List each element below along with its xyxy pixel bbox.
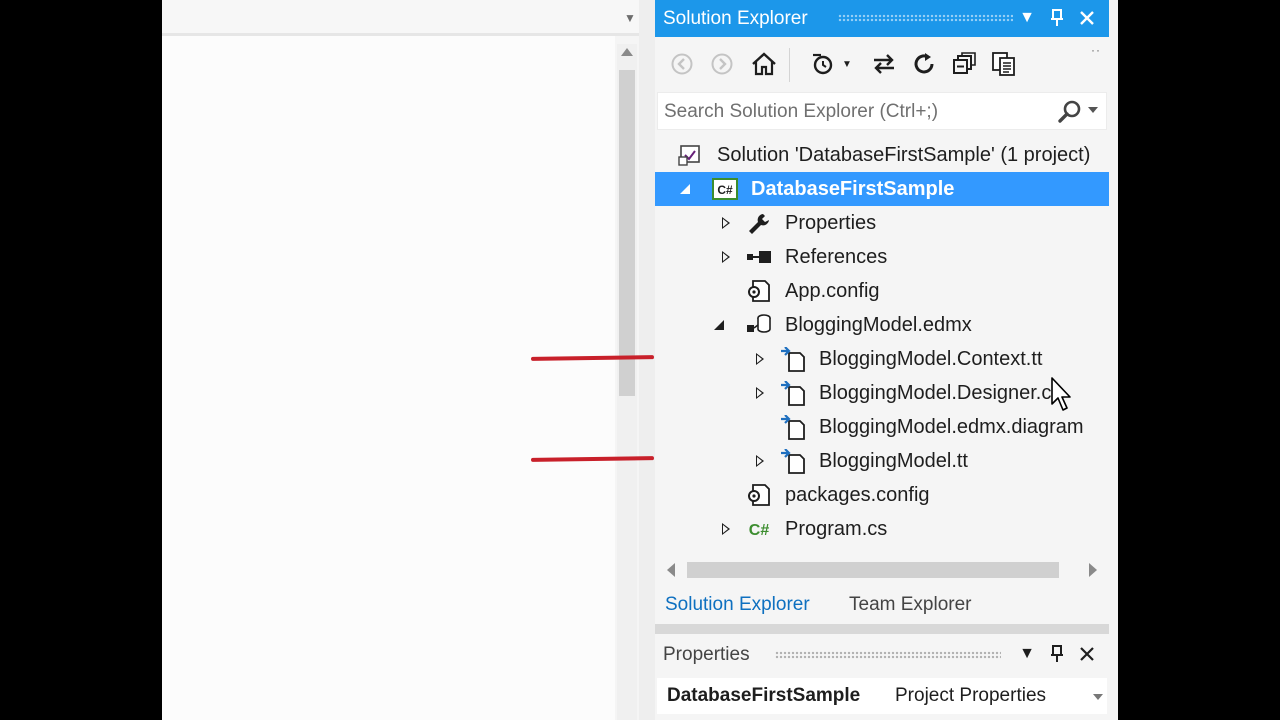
- tree-item-label: BloggingModel.tt: [819, 450, 968, 472]
- back-icon[interactable]: [667, 49, 697, 79]
- wrench-icon: [745, 211, 771, 235]
- pin-icon[interactable]: [1045, 642, 1069, 666]
- tree-item-label: References: [785, 246, 888, 268]
- toolbar-overflow-icon[interactable]: ··: [1091, 43, 1101, 57]
- svg-text:C#: C#: [749, 522, 770, 539]
- tt-file-icon: [779, 380, 805, 406]
- search-options-dropdown-icon[interactable]: [1088, 107, 1098, 113]
- solution-icon: [677, 143, 703, 167]
- pin-icon[interactable]: [1045, 6, 1069, 30]
- scroll-up-icon[interactable]: [621, 48, 633, 56]
- tab-solution-explorer[interactable]: Solution Explorer: [665, 593, 810, 617]
- close-icon[interactable]: [1075, 642, 1099, 666]
- tree-item-label: Program.cs: [785, 518, 888, 540]
- expand-arrow-icon[interactable]: [722, 522, 731, 536]
- tree-item[interactable]: References: [655, 240, 1109, 274]
- tree-item-label: BloggingModel.Designer.cs: [819, 382, 1062, 404]
- tree-item-label: Properties: [785, 212, 877, 234]
- window-position-dropdown-icon[interactable]: ▼: [1015, 642, 1039, 666]
- tree-item[interactable]: BloggingModel.edmx: [655, 308, 1109, 342]
- home-icon[interactable]: [749, 49, 779, 79]
- tree-item[interactable]: C# DatabaseFirstSample: [655, 172, 1109, 206]
- tree-item-label: BloggingModel.Context.tt: [819, 348, 1043, 370]
- tree-item[interactable]: Properties: [655, 206, 1109, 240]
- tree-horizontal-scrollbar[interactable]: [655, 556, 1109, 584]
- panel-title: Solution Explorer: [663, 8, 808, 29]
- tree-item[interactable]: BloggingModel.Context.tt: [655, 342, 1109, 376]
- csharp-project-icon: C#: [711, 177, 738, 201]
- solution-explorer-toolbar: ▼ ··: [655, 40, 1109, 90]
- collapse-arrow-icon[interactable]: [714, 320, 724, 330]
- tree-item[interactable]: App.config: [655, 274, 1109, 308]
- properties-title: Properties: [663, 644, 750, 665]
- edmx-icon: [745, 313, 771, 337]
- expand-arrow-icon[interactable]: [756, 454, 765, 468]
- tree-item[interactable]: BloggingModel.Designer.cs: [655, 376, 1109, 410]
- close-icon[interactable]: [1075, 6, 1099, 30]
- panel-tab-strip: Solution Explorer Team Explorer: [655, 587, 1109, 623]
- svg-text:C#: C#: [717, 183, 733, 197]
- references-icon: [745, 245, 771, 269]
- panel-divider[interactable]: [655, 624, 1109, 634]
- mouse-cursor-icon: [1050, 376, 1074, 414]
- tt-file-icon: [779, 346, 805, 372]
- selected-object-type: Project Properties: [895, 685, 1047, 706]
- config-file-icon: [745, 279, 771, 303]
- expand-arrow-icon[interactable]: [722, 250, 731, 264]
- search-icon[interactable]: [1057, 99, 1083, 125]
- csharp-file-icon: C#: [745, 517, 771, 541]
- window-position-dropdown-icon[interactable]: ▼: [1015, 6, 1039, 30]
- scrollbar-thumb[interactable]: [619, 70, 635, 396]
- tree-item-label: BloggingModel.edmx: [785, 314, 972, 336]
- tree-item[interactable]: BloggingModel.tt: [655, 444, 1109, 478]
- refresh-icon[interactable]: [909, 49, 939, 79]
- filter-dropdown-icon[interactable]: ▼: [839, 49, 855, 79]
- selected-object-name: DatabaseFirstSample: [667, 685, 861, 706]
- editor-tab-dropdown-icon[interactable]: ▼: [622, 12, 638, 24]
- show-all-files-icon[interactable]: [989, 49, 1019, 79]
- scroll-left-icon[interactable]: [667, 563, 675, 577]
- scroll-right-icon[interactable]: [1089, 563, 1097, 577]
- tree-item[interactable]: Solution 'DatabaseFirstSample' (1 projec…: [655, 138, 1109, 172]
- chevron-down-icon[interactable]: [1093, 694, 1103, 700]
- tree-item-label: BloggingModel.edmx.diagram: [819, 416, 1084, 438]
- tab-team-explorer[interactable]: Team Explorer: [849, 593, 972, 617]
- collapse-arrow-icon[interactable]: [680, 184, 690, 194]
- tree-item[interactable]: C# Program.cs: [655, 512, 1109, 546]
- collapse-all-icon[interactable]: [949, 49, 979, 79]
- editor-tab-bar: ▼: [162, 0, 655, 36]
- tt-file-icon: [779, 414, 805, 440]
- search-box[interactable]: [657, 92, 1107, 130]
- drag-grip[interactable]: [838, 14, 1013, 22]
- ide-window: ▼ Solution Explorer ▼ ▼ ·· Search Soluti…: [162, 0, 1118, 720]
- solution-tree: Solution 'DatabaseFirstSample' (1 projec…: [655, 138, 1109, 548]
- tree-item[interactable]: packages.config: [655, 478, 1109, 512]
- tree-item-label: packages.config: [785, 484, 930, 506]
- search-input[interactable]: [664, 99, 1044, 125]
- toolbar-separator: [789, 48, 790, 82]
- expand-arrow-icon[interactable]: [756, 386, 765, 400]
- tree-item-label: App.config: [785, 280, 880, 302]
- forward-icon[interactable]: [707, 49, 737, 79]
- tree-item-label: DatabaseFirstSample: [751, 178, 955, 200]
- drag-grip[interactable]: [775, 651, 1001, 659]
- solution-explorer-title-bar[interactable]: Solution Explorer ▼: [655, 0, 1109, 37]
- panel-splitter[interactable]: [639, 0, 655, 720]
- properties-panel: Properties ▼ DatabaseFirstSample Project…: [655, 634, 1109, 720]
- properties-object-selector[interactable]: DatabaseFirstSample Project Properties: [657, 678, 1107, 714]
- solution-explorer-panel: Solution Explorer ▼ ▼ ·· Search Solution…: [655, 0, 1109, 720]
- config-file-icon: [745, 483, 771, 507]
- expand-arrow-icon[interactable]: [722, 216, 731, 230]
- scrollbar-thumb[interactable]: [687, 562, 1059, 578]
- tree-item[interactable]: BloggingModel.edmx.diagram: [655, 410, 1109, 444]
- editor-vertical-scrollbar[interactable]: [617, 44, 637, 720]
- tt-file-icon: [779, 448, 805, 474]
- pending-changes-filter-icon[interactable]: [809, 49, 839, 79]
- tree-item-label: Solution 'DatabaseFirstSample' (1 projec…: [717, 144, 1091, 166]
- sync-with-active-document-icon[interactable]: [869, 49, 899, 79]
- expand-arrow-icon[interactable]: [756, 352, 765, 366]
